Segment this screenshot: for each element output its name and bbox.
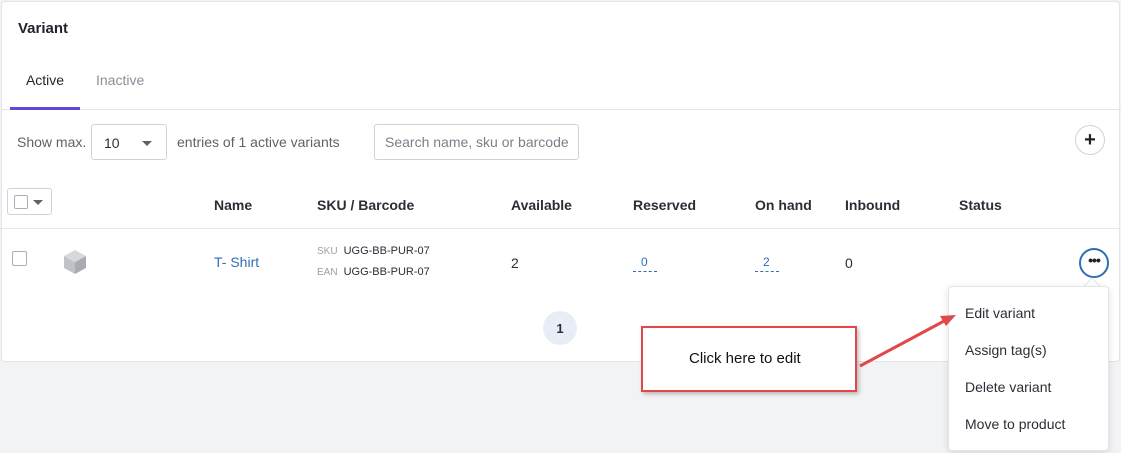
tab-active[interactable]: Active <box>10 72 80 110</box>
sku-tag: SKU <box>317 246 338 257</box>
column-header-name: Name <box>214 197 253 213</box>
column-header-inbound: Inbound <box>845 197 901 213</box>
row-actions-menu: Edit variant Assign tag(s) Delete varian… <box>948 286 1109 451</box>
row-actions-button[interactable]: ••• <box>1079 248 1109 278</box>
select-all-checkbox[interactable] <box>14 195 28 209</box>
more-horizontal-icon: ••• <box>1088 252 1101 268</box>
column-header-on-hand: On hand <box>755 197 812 213</box>
ean-line: EAN UGG-BB-PUR-07 <box>317 266 430 278</box>
menu-item-assign-tags[interactable]: Assign tag(s) <box>965 342 1047 358</box>
entries-select-value: 10 <box>104 135 120 151</box>
show-max-label: Show max. <box>17 134 87 150</box>
menu-item-edit-variant[interactable]: Edit variant <box>965 305 1035 321</box>
entries-suffix: entries of 1 active variants <box>177 134 340 150</box>
column-header-available: Available <box>511 197 572 213</box>
bulk-select-dropdown[interactable] <box>7 188 52 215</box>
column-header-reserved: Reserved <box>633 197 697 213</box>
chevron-down-icon <box>33 200 43 205</box>
on-hand-link[interactable]: 2 <box>755 255 779 272</box>
sku-line: SKU UGG-BB-PUR-07 <box>317 245 430 257</box>
tab-inactive[interactable]: Inactive <box>96 72 144 110</box>
menu-item-delete-variant[interactable]: Delete variant <box>965 379 1051 395</box>
annotation-callout: Click here to edit <box>641 326 857 392</box>
sku-value: UGG-BB-PUR-07 <box>343 245 430 257</box>
search-input[interactable] <box>374 124 579 160</box>
ean-value: UGG-BB-PUR-07 <box>343 266 430 278</box>
callout-text: Click here to edit <box>689 350 801 367</box>
variant-name-link[interactable]: T- Shirt <box>214 254 259 270</box>
card-title: Variant <box>18 20 69 37</box>
ean-tag: EAN <box>317 267 338 278</box>
inbound-value: 0 <box>845 255 853 271</box>
column-header-sku-barcode: SKU / Barcode <box>317 197 415 213</box>
tab-bar: Active Inactive <box>2 58 1121 110</box>
chevron-down-icon <box>142 141 152 146</box>
header-divider <box>0 228 1119 229</box>
entries-select[interactable]: 10 <box>91 124 167 160</box>
available-value: 2 <box>511 255 519 271</box>
pagination-page-button[interactable]: 1 <box>543 311 577 345</box>
row-checkbox[interactable] <box>12 251 27 266</box>
plus-icon: + <box>1084 128 1096 151</box>
reserved-link[interactable]: 0 <box>633 255 657 272</box>
product-box-icon <box>64 250 86 274</box>
column-header-status: Status <box>959 197 1002 213</box>
add-variant-button[interactable]: + <box>1075 125 1105 155</box>
menu-item-move-to-product[interactable]: Move to product <box>965 416 1065 432</box>
